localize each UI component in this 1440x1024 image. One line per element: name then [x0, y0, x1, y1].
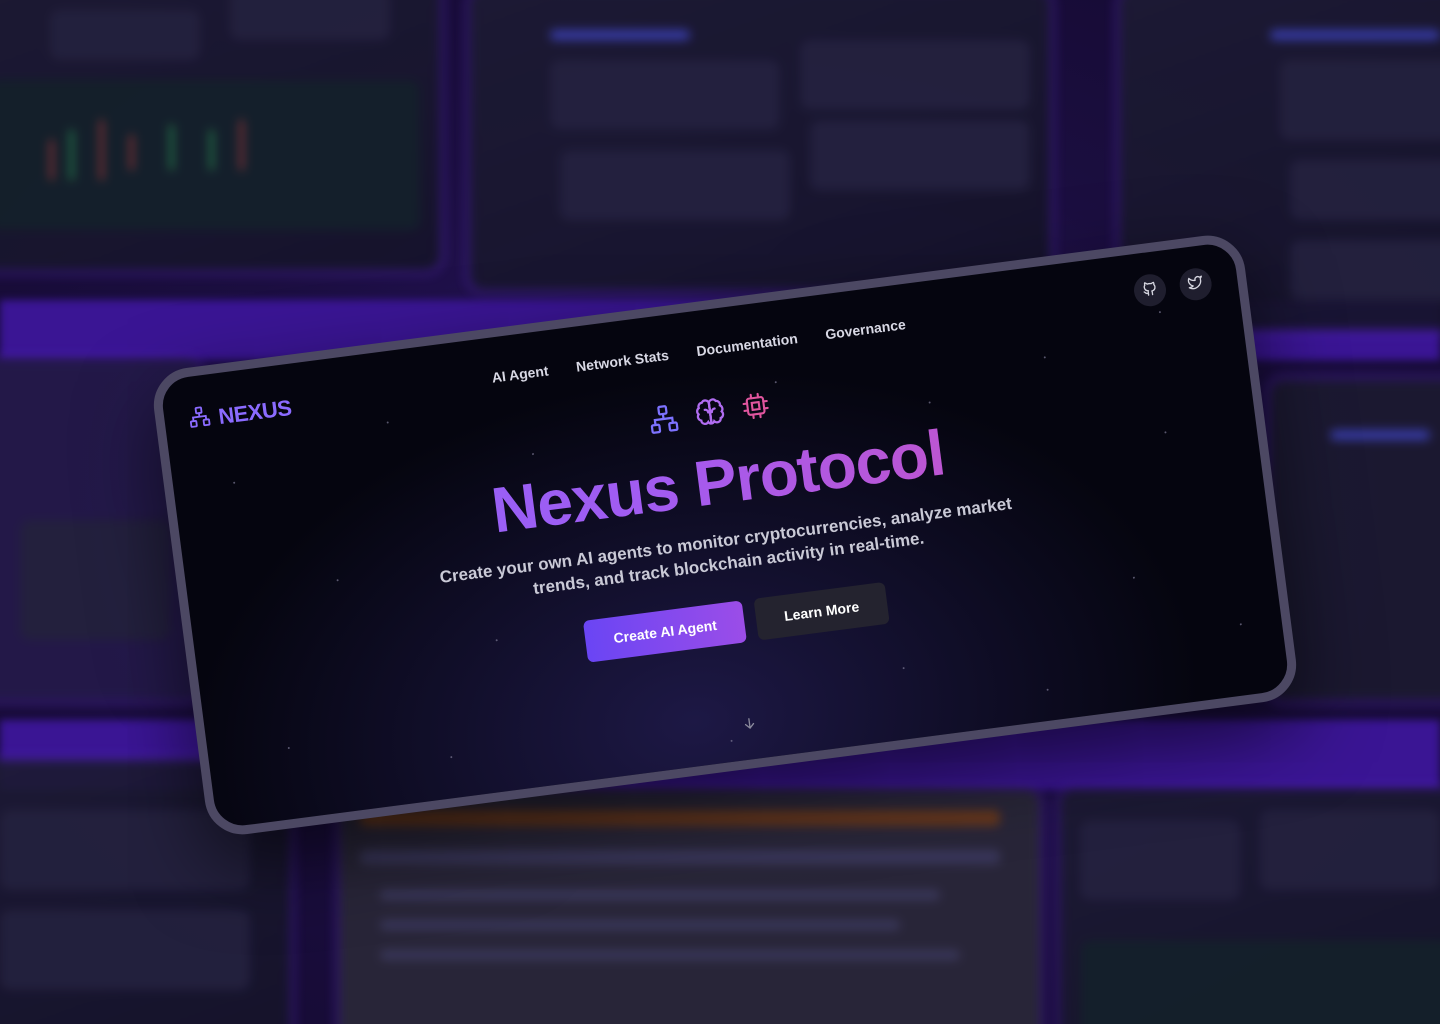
background-row: [360, 850, 1000, 864]
arrow-down-icon[interactable]: [741, 714, 760, 737]
background-card: [560, 150, 790, 220]
background-chart: [1080, 940, 1440, 1024]
github-button[interactable]: [1132, 272, 1168, 309]
star: [450, 755, 453, 759]
learn-more-button[interactable]: Learn More: [753, 582, 890, 641]
background-card: [1080, 820, 1240, 900]
background-card: [0, 910, 250, 990]
background-card: [800, 40, 1030, 110]
nav-item-governance[interactable]: Governance: [824, 316, 906, 342]
network-icon: [647, 402, 681, 441]
network-icon: [187, 404, 212, 434]
screenshot-scene: NEXUS AI Agent Network Stats Documentati…: [0, 0, 1440, 1024]
star: [287, 746, 290, 750]
star: [1158, 311, 1162, 314]
star: [902, 666, 905, 670]
twitter-icon: [1186, 273, 1205, 296]
background-card: [1260, 810, 1440, 890]
background-row: [360, 810, 1000, 826]
background-card: [0, 810, 250, 890]
brand-name: NEXUS: [216, 394, 293, 429]
chart-candle: [50, 140, 53, 180]
background-row: [380, 920, 900, 930]
brain-icon: [692, 396, 728, 435]
main-nav: AI Agent Network Stats Documentation Gov…: [491, 316, 907, 386]
background-card: [1290, 240, 1440, 300]
cpu-icon: [740, 390, 772, 428]
background-panel: [1060, 790, 1440, 1024]
background-panel: [1270, 380, 1440, 700]
chart-candle: [170, 125, 173, 170]
brand-logo[interactable]: NEXUS: [187, 394, 293, 434]
background-stats-panel: [470, 0, 1050, 290]
star: [386, 421, 389, 424]
background-card: [1290, 160, 1440, 220]
hero-section: Nexus Protocol Create your own AI agents…: [171, 328, 1276, 713]
background-card: [1280, 60, 1440, 140]
star: [1239, 623, 1242, 626]
background-row: [380, 950, 960, 960]
nav-item-documentation[interactable]: Documentation: [695, 330, 798, 359]
social-links: [1132, 266, 1214, 309]
background-heading: [550, 30, 690, 40]
background-card: [230, 0, 390, 40]
chart-candle: [70, 130, 73, 180]
background-log-panel: [340, 790, 1040, 1024]
chart-candle: [240, 120, 243, 170]
background-card: [550, 60, 780, 130]
star: [774, 381, 777, 384]
background-heading: [1330, 430, 1430, 440]
chart-candle: [210, 130, 213, 170]
chart-candle: [100, 120, 103, 180]
github-icon: [1141, 279, 1160, 302]
star: [730, 739, 733, 742]
background-card: [810, 120, 1030, 190]
background-heading: [1270, 30, 1440, 40]
background-row: [380, 890, 940, 900]
chart-candle: [130, 135, 133, 170]
background-chart: [0, 80, 420, 230]
background-dashboard-panel: [0, 0, 440, 270]
background-card: [50, 10, 200, 60]
twitter-button[interactable]: [1177, 266, 1214, 303]
nav-item-network-stats[interactable]: Network Stats: [575, 347, 670, 375]
create-ai-agent-button[interactable]: Create AI Agent: [583, 600, 748, 663]
nav-item-ai-agent[interactable]: AI Agent: [491, 362, 550, 385]
background-card: [20, 520, 170, 640]
star: [1046, 688, 1049, 691]
